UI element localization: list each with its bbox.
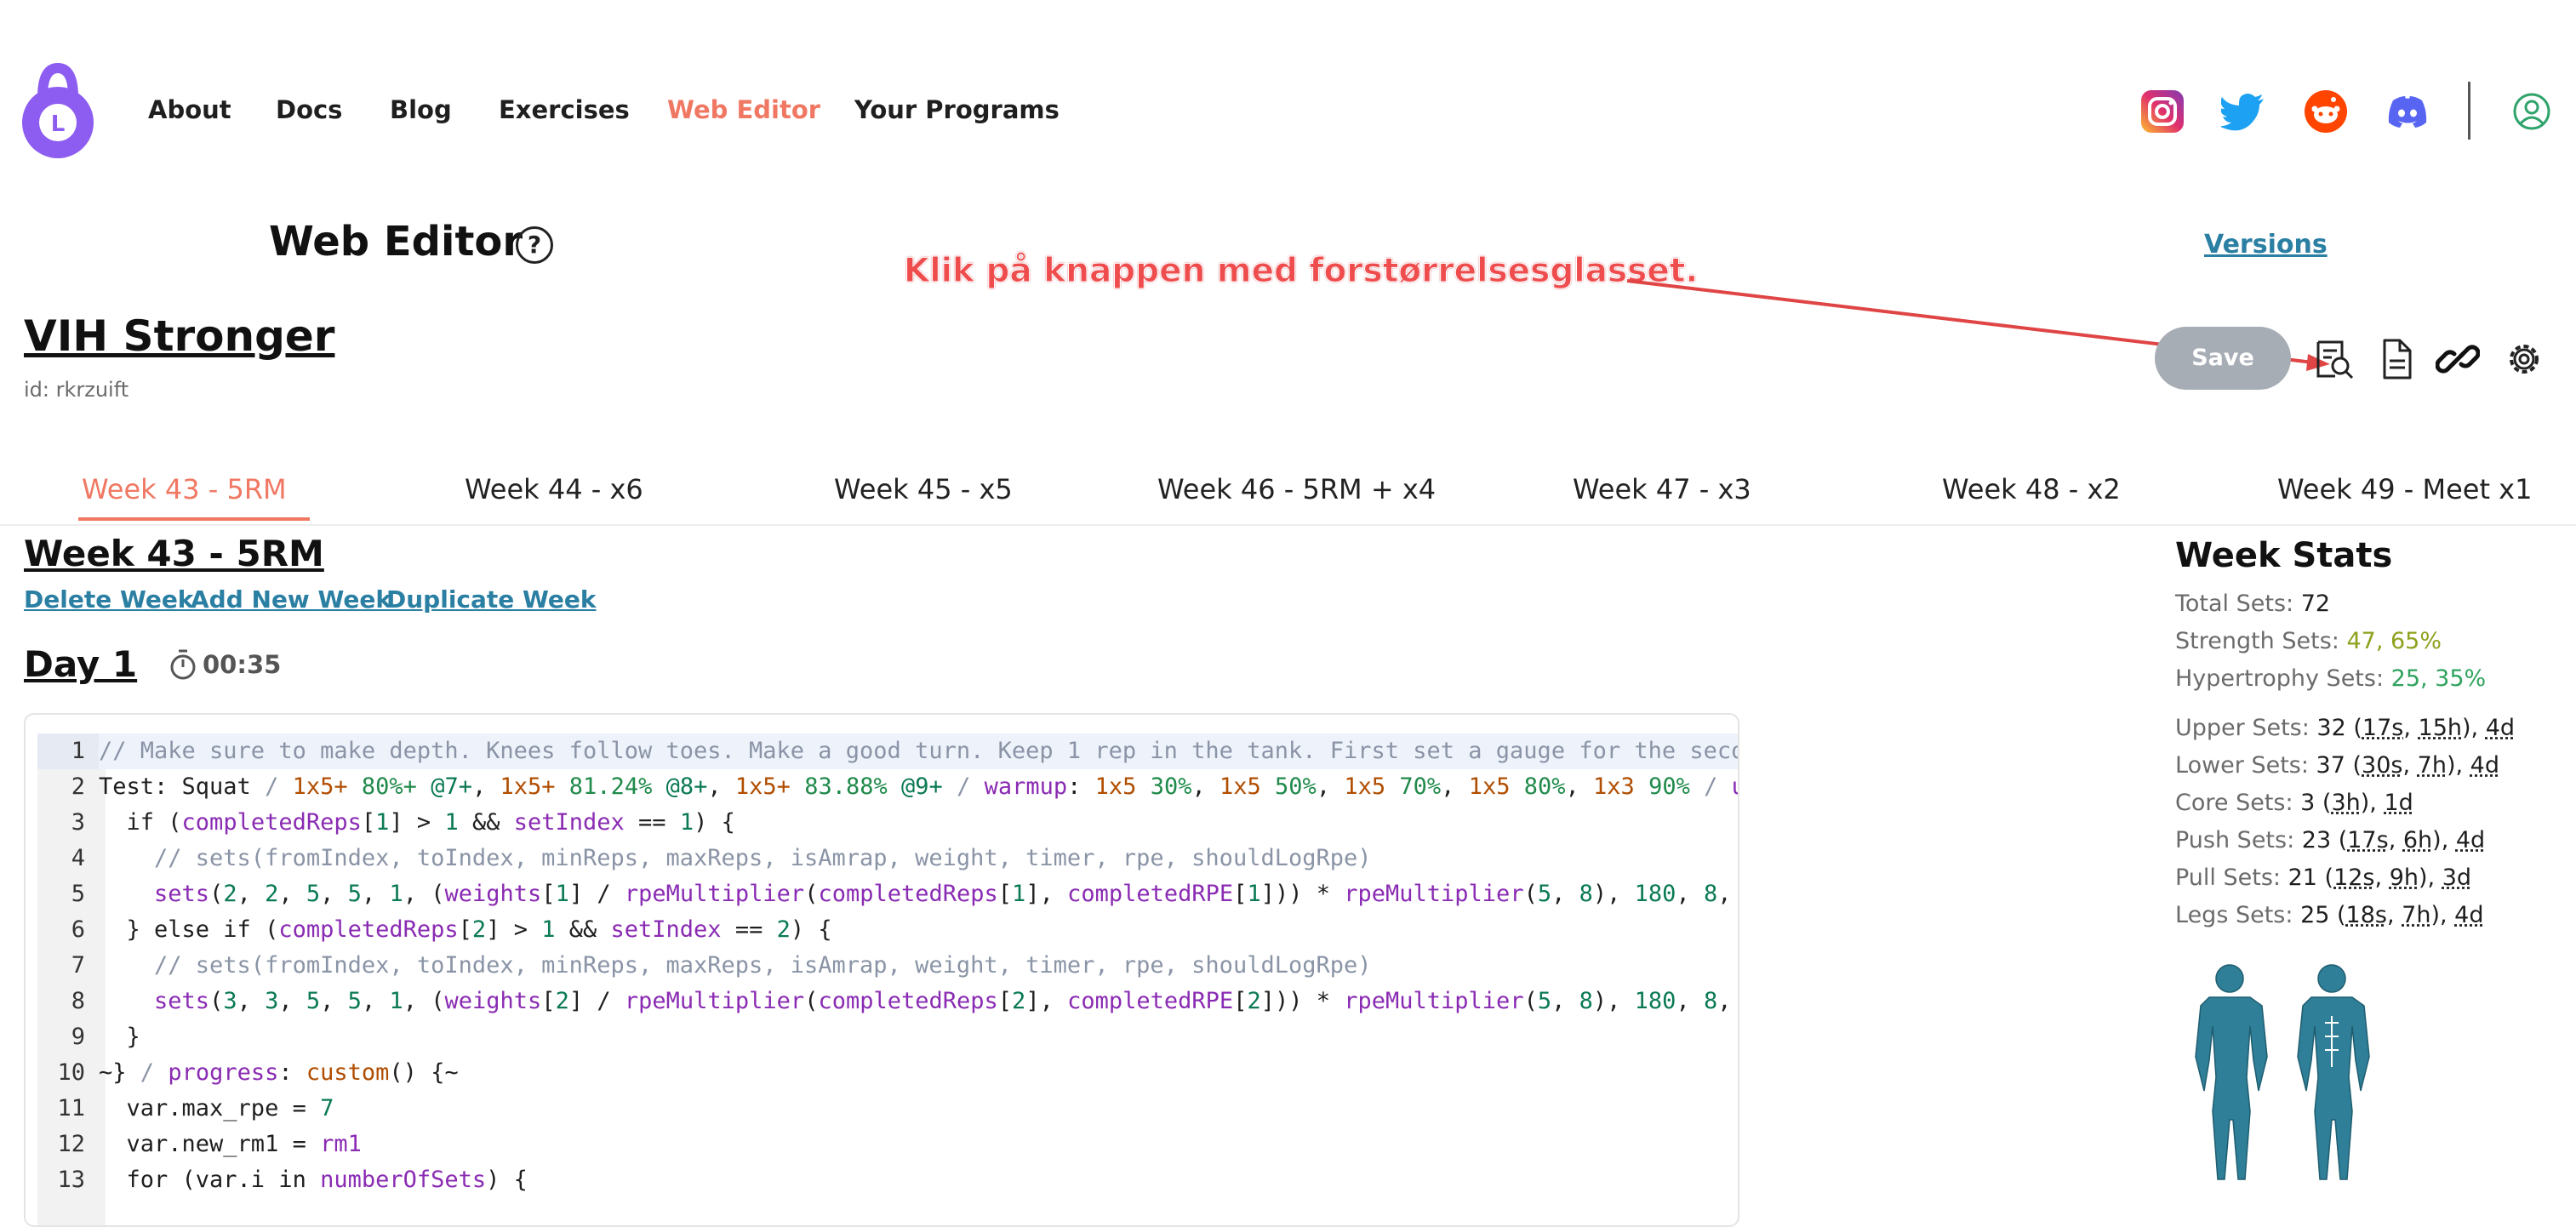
program-code-editor[interactable]: 1// Make sure to make depth. Knees follo… [24, 713, 1739, 1227]
muscle-back-figure [2196, 965, 2267, 1179]
settings-icon[interactable] [2502, 337, 2546, 381]
stat-legs-sets: Legs Sets: 25 (18s, 7h), 4d [2175, 902, 2483, 928]
tab-week-49[interactable]: Week 49 - Meet x1 [2277, 473, 2532, 505]
page-title: Web Editor [269, 218, 523, 265]
discord-icon[interactable] [2385, 88, 2430, 134]
stat-upper-sets: Upper Sets: 32 (17s, 15h), 4d [2175, 715, 2515, 741]
nav-blog[interactable]: Blog [390, 95, 452, 124]
stat-push-sets: Push Sets: 23 (17s, 6h), 4d [2175, 827, 2485, 853]
user-account-icon[interactable] [2509, 88, 2555, 134]
save-button[interactable]: Save [2155, 327, 2291, 390]
muscle-map-figure [2175, 960, 2393, 1195]
editor-code[interactable]: 1// Make sure to make depth. Knees follo… [37, 733, 1739, 1198]
logo-letter: L [51, 111, 66, 137]
program-name[interactable]: VIH Stronger [24, 311, 334, 361]
help-icon[interactable]: ? [516, 226, 553, 264]
nav-about[interactable]: About [148, 95, 231, 124]
duplicate-week-link[interactable]: Duplicate Week [386, 585, 597, 614]
header-divider [2468, 82, 2470, 140]
day-duration: 00:35 [203, 650, 281, 679]
instruction-annotation: Klik på knappen med forstørrelsesglasset… [904, 252, 1698, 290]
versions-link[interactable]: Versions [2204, 230, 2328, 260]
tab-week-46[interactable]: Week 46 - 5RM + x4 [1157, 473, 1436, 505]
tab-week-44[interactable]: Week 44 - x6 [465, 473, 643, 505]
tab-week-43[interactable]: Week 43 - 5RM [82, 473, 287, 505]
week-title: Week 43 - 5RM [24, 533, 324, 574]
tabs-divider [0, 524, 2576, 526]
nav-your-programs[interactable]: Your Programs [854, 95, 1060, 124]
preview-magnifier-icon[interactable] [2311, 337, 2356, 381]
nav-exercises[interactable]: Exercises [499, 95, 630, 124]
document-icon[interactable] [2374, 337, 2419, 381]
reddit-icon[interactable] [2303, 88, 2349, 134]
add-new-week-link[interactable]: Add New Week [191, 585, 391, 614]
tab-week-47[interactable]: Week 47 - x3 [1573, 473, 1751, 505]
stat-strength-sets: Strength Sets: 47, 65% [2175, 628, 2442, 654]
stat-pull-sets: Pull Sets: 21 (12s, 9h), 3d [2175, 865, 2471, 891]
tab-week-45[interactable]: Week 45 - x5 [834, 473, 1013, 505]
instagram-icon[interactable] [2139, 88, 2185, 134]
muscle-front-figure [2298, 965, 2369, 1179]
nav-docs[interactable]: Docs [276, 95, 342, 124]
twitter-icon[interactable] [2221, 88, 2267, 134]
stopwatch-icon [168, 648, 197, 681]
nav-web-editor[interactable]: Web Editor [667, 95, 820, 124]
link-icon[interactable] [2436, 337, 2480, 381]
liftosaur-logo[interactable]: L [20, 63, 95, 160]
program-id: id: rkrzuift [24, 378, 129, 402]
stat-total-sets: Total Sets: 72 [2175, 591, 2330, 617]
stat-lower-sets: Lower Sets: 37 (30s, 7h), 4d [2175, 752, 2499, 779]
day-title: Day 1 [24, 643, 137, 685]
week-stats-title: Week Stats [2175, 536, 2392, 575]
stat-core-sets: Core Sets: 3 (3h), 1d [2175, 790, 2413, 816]
active-tab-indicator [78, 517, 310, 521]
stat-hypertrophy-sets: Hypertrophy Sets: 25, 35% [2175, 665, 2486, 692]
delete-week-link[interactable]: Delete Week [24, 585, 193, 614]
tab-week-48[interactable]: Week 48 - x2 [1942, 473, 2121, 505]
